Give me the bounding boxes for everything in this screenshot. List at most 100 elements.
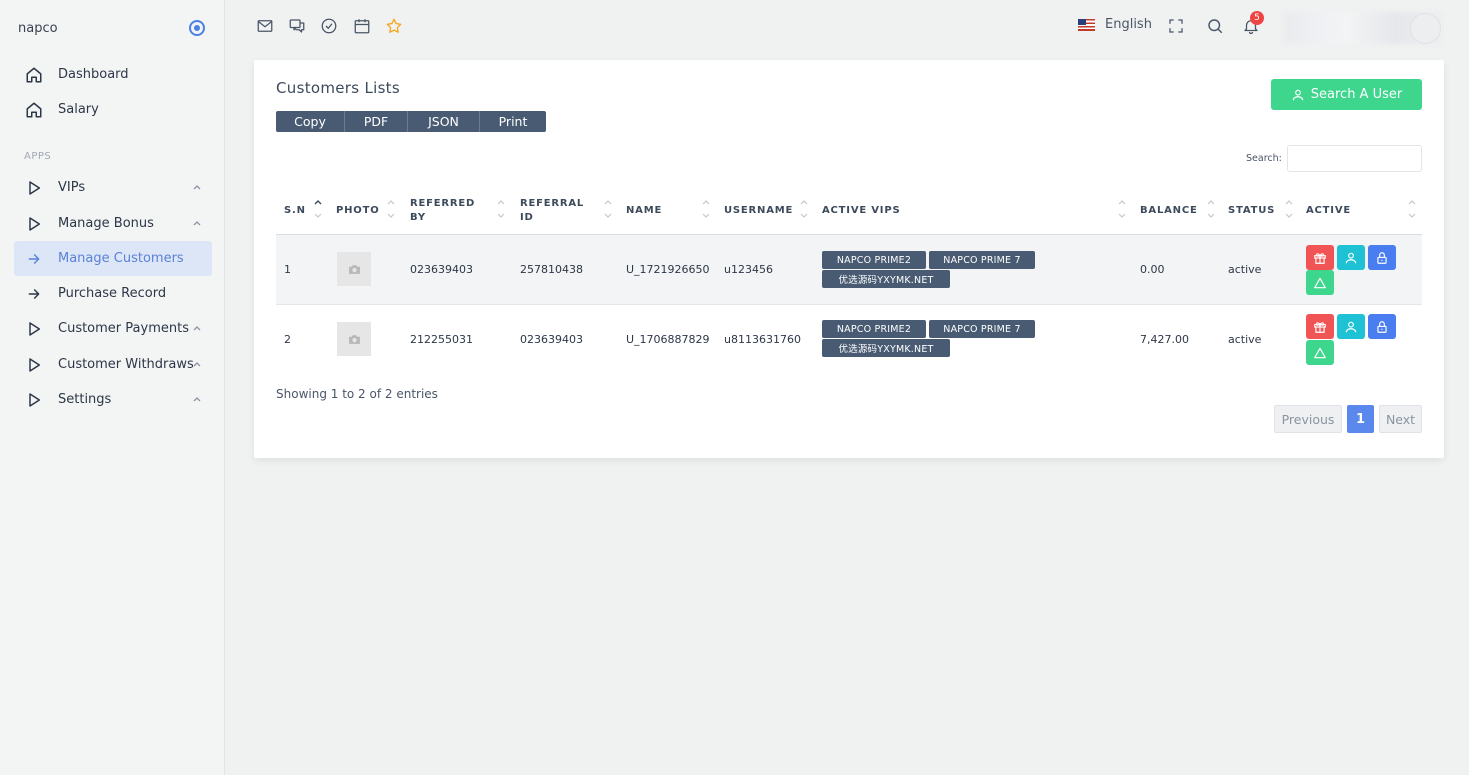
view-user-button[interactable] [1337,245,1365,270]
us-flag-icon [1078,18,1095,31]
arrow-right-icon [24,249,44,269]
sidebar-item-label: Manage Bonus [58,216,154,231]
vip-badge: 优选源码YXYMK.NET [822,270,950,288]
language-label: English [1105,17,1152,32]
sidebar-item-vips[interactable]: VIPs [14,170,212,205]
sidebar-item-customer-payments[interactable]: Customer Payments [14,311,212,346]
sidebar-item-settings[interactable]: Settings [14,382,212,417]
print-button[interactable]: Print [480,111,546,132]
cell-balance: 7,427.00 [1140,333,1189,346]
brand-name[interactable]: napco [18,21,58,36]
sidebar-item-salary[interactable]: Salary [14,92,212,127]
customers-card: Customers Lists Search A User Copy PDF J… [254,60,1444,458]
row-divider [276,304,1422,305]
vip-badge: NAPCO PRIME2 [822,320,926,338]
warning-button[interactable] [1306,270,1334,295]
gift-icon [1314,252,1326,264]
pagination-previous-button[interactable]: Previous [1274,405,1342,433]
sidebar-item-purchase-record[interactable]: Purchase Record [14,276,212,311]
sort-toggle-icon[interactable] [1207,200,1215,222]
gift-icon [1314,321,1326,333]
star-icon[interactable] [385,17,403,35]
column-header-active-vips[interactable]: ACTIVE VIPS [822,204,900,218]
sort-toggle-icon[interactable] [800,200,808,222]
cell-status: active [1228,263,1262,276]
column-header-referred-by[interactable]: REFERRED BY [410,197,485,225]
sidebar-item-label: Dashboard [58,67,129,82]
sidebar-item-label: Settings [58,392,112,407]
export-button-group: Copy PDF JSON Print [276,111,546,132]
search-user-label: Search A User [1310,87,1403,102]
column-header-username[interactable]: USERNAME [724,204,793,218]
chevron-up-icon [193,185,201,190]
sidebar-item-label: Manage Customers [58,251,184,266]
avatar[interactable] [1410,13,1441,44]
user-icon [1292,89,1304,100]
cell-name: U_1706887829 [626,333,710,346]
column-header-photo[interactable]: PHOTO [336,204,380,218]
json-button[interactable]: JSON [408,111,480,132]
sidebar-item-dashboard[interactable]: Dashboard [14,57,212,92]
column-header-balance[interactable]: BALANCE [1140,204,1198,218]
mail-icon[interactable] [256,17,274,35]
sort-toggle-icon[interactable] [1408,200,1416,222]
play-icon [24,319,44,339]
pagination-next-button[interactable]: Next [1379,405,1422,433]
triangle-icon [1314,347,1326,358]
search-user-button[interactable]: Search A User [1271,79,1422,110]
arrow-right-icon [24,284,44,304]
sort-toggle-icon[interactable] [314,200,322,222]
cell-username: u8113631760 [724,333,801,346]
search-icon[interactable] [1206,17,1224,35]
vip-badge: NAPCO PRIME 7 [929,251,1035,269]
sidebar-toggle-icon[interactable] [189,20,205,36]
sidebar: napco Dashboard Salary APPS VIPs Manage … [0,0,225,775]
sort-toggle-icon[interactable] [387,200,395,222]
search-input[interactable] [1287,145,1422,172]
sort-toggle-icon[interactable] [702,200,710,222]
sidebar-item-manage-customers[interactable]: Manage Customers [14,241,212,276]
column-header-sn[interactable]: S.N [284,204,306,218]
notification-badge: 5 [1250,11,1264,25]
photo-placeholder [337,252,371,286]
sidebar-item-manage-bonus[interactable]: Manage Bonus [14,206,212,241]
play-icon [24,355,44,375]
cell-referral-id: 023639403 [520,333,583,346]
warning-button[interactable] [1306,340,1334,365]
view-user-button[interactable] [1337,314,1365,339]
pdf-button[interactable]: PDF [345,111,408,132]
gift-button[interactable] [1306,245,1334,270]
pagination-page-1[interactable]: 1 [1347,405,1374,433]
gift-button[interactable] [1306,314,1334,339]
lock-button[interactable] [1368,314,1396,339]
check-circle-icon[interactable] [320,17,338,35]
lock-button[interactable] [1368,245,1396,270]
column-header-status[interactable]: STATUS [1228,204,1275,218]
copy-button[interactable]: Copy [276,111,345,132]
vip-badge: NAPCO PRIME 7 [929,320,1035,338]
cell-balance: 0.00 [1140,263,1165,276]
home-icon [24,65,44,85]
cell-referred-by: 023639403 [410,263,473,276]
sort-toggle-icon[interactable] [497,200,505,222]
sort-toggle-icon[interactable] [1118,200,1126,222]
chevron-up-icon [193,221,201,226]
sidebar-item-customer-withdraws[interactable]: Customer Withdraws [14,347,212,382]
chat-icon[interactable] [288,17,306,35]
sort-toggle-icon[interactable] [604,200,612,222]
sort-toggle-icon[interactable] [1285,200,1293,222]
play-icon [24,390,44,410]
chevron-up-icon [193,397,201,402]
column-header-name[interactable]: NAME [626,204,662,218]
photo-placeholder [337,322,371,356]
fullscreen-icon[interactable] [1167,17,1185,35]
chevron-up-icon [193,326,201,331]
column-header-referral-id[interactable]: REFERRAL ID [520,197,588,225]
camera-icon [348,334,360,344]
vip-badge: NAPCO PRIME2 [822,251,926,269]
calendar-icon[interactable] [353,17,371,35]
play-icon [24,178,44,198]
language-selector[interactable]: English [1078,17,1152,32]
cell-sn: 1 [284,263,291,276]
column-header-active[interactable]: ACTIVE [1306,204,1351,218]
